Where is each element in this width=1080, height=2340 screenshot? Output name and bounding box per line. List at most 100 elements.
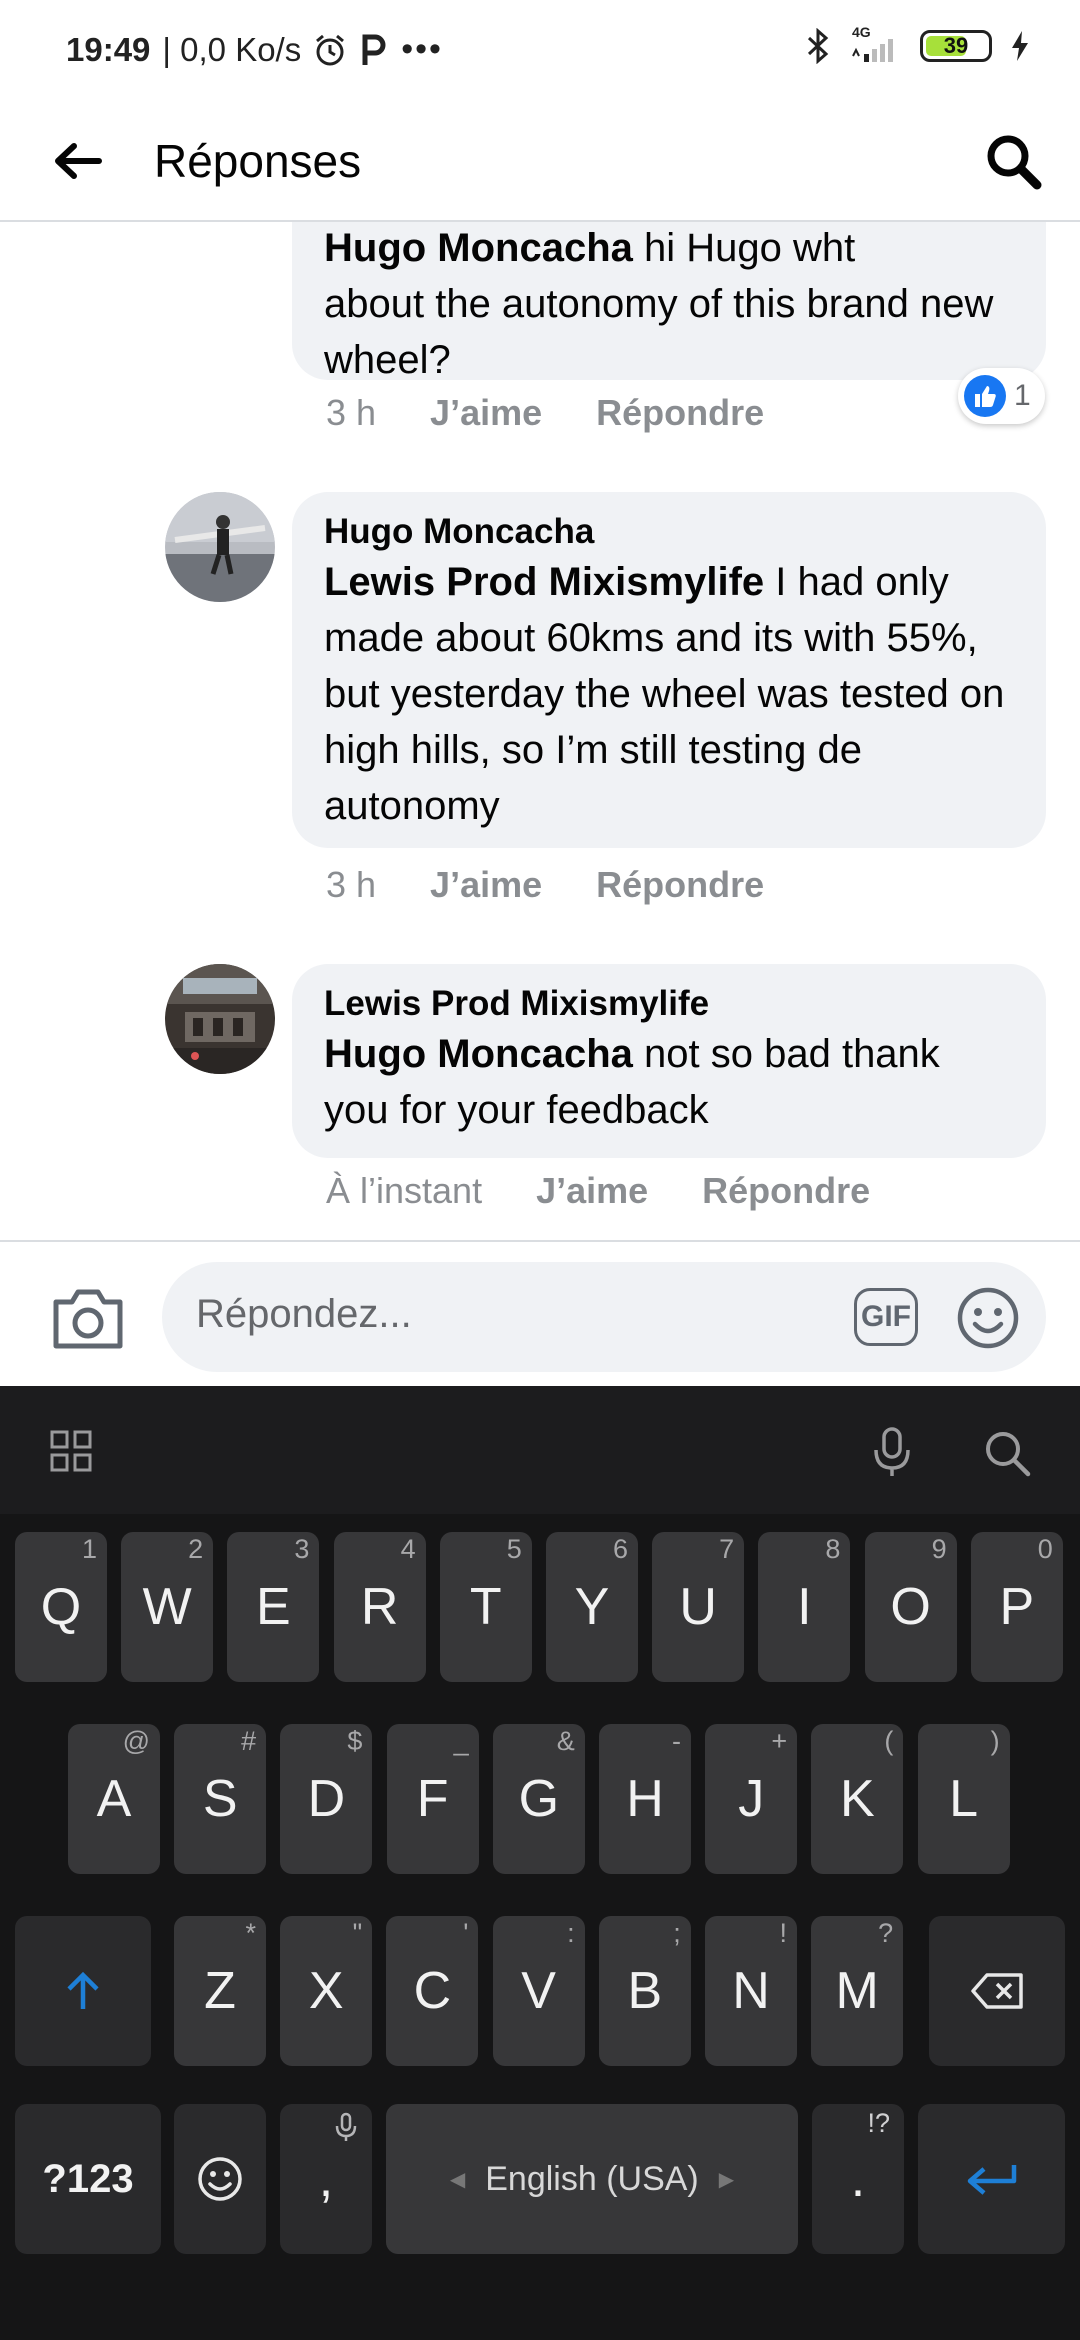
signal-icon: 4G xyxy=(850,24,902,64)
avatar[interactable] xyxy=(165,964,275,1074)
key-label: Z xyxy=(204,1962,236,2020)
key-p[interactable]: P0 xyxy=(970,1532,1063,1682)
key-t[interactable]: T5 xyxy=(439,1532,532,1682)
status-right: 4G 39 xyxy=(806,24,1030,64)
key-j[interactable]: J + xyxy=(705,1724,798,1874)
app-header: Réponses xyxy=(0,100,1080,222)
comment-time: 3 h xyxy=(326,864,377,905)
comment-actions: 3 h J’aime Répondre xyxy=(326,864,764,906)
language-label: English (USA) xyxy=(485,2159,699,2198)
page-title: Réponses xyxy=(154,135,362,187)
key-label: Q xyxy=(40,1578,82,1636)
key-q[interactable]: Q1 xyxy=(15,1532,107,1682)
key-n[interactable]: N! xyxy=(705,1916,797,2066)
status-speed: | 0,0 Ko/s xyxy=(162,30,302,68)
key-h[interactable]: H- xyxy=(599,1724,691,1874)
mic-icon[interactable] xyxy=(870,1426,914,1478)
key-b[interactable]: B; xyxy=(598,1916,691,2066)
like-link[interactable]: J’aime xyxy=(536,1170,648,1212)
key-hint: 9 xyxy=(931,1534,947,1564)
key-label: C xyxy=(413,1962,452,2020)
comment-time: 3 h xyxy=(326,392,377,433)
key-hint: _ xyxy=(453,1726,469,1756)
key-k[interactable]: K( xyxy=(811,1724,904,1874)
like-link[interactable]: J’aime xyxy=(430,392,542,434)
key-label: J xyxy=(738,1770,765,1828)
more-notifications-icon: ••• xyxy=(401,30,443,68)
key-label: L xyxy=(949,1770,979,1828)
key-hint: ? xyxy=(878,1918,894,1948)
period-label: . xyxy=(850,2150,866,2208)
chevron-right-icon: ▶ xyxy=(718,2168,735,2191)
key-a[interactable]: A @ xyxy=(68,1724,160,1874)
key-label: V xyxy=(521,1962,556,2020)
emoji-button[interactable] xyxy=(956,1286,1020,1350)
key-hint: ) xyxy=(990,1726,1000,1756)
key-label: T xyxy=(469,1578,502,1636)
camera-button[interactable] xyxy=(50,1284,126,1352)
comma-key[interactable]: , xyxy=(280,2104,372,2254)
key-label: X xyxy=(308,1962,344,2020)
key-l[interactable]: L) xyxy=(917,1724,1010,1874)
key-z[interactable]: Z * xyxy=(174,1916,266,2066)
reply-link[interactable]: Répondre xyxy=(702,1170,870,1212)
emoji-key[interactable] xyxy=(174,2104,266,2254)
search-button[interactable] xyxy=(976,124,1050,198)
search-icon[interactable] xyxy=(982,1428,1032,1478)
key-r[interactable]: R4 xyxy=(333,1532,426,1682)
key-hint: 8 xyxy=(825,1534,841,1564)
key-hint: # xyxy=(241,1726,257,1756)
key-label: N xyxy=(732,1962,770,2020)
comment-mention[interactable]: Hugo Moncacha xyxy=(324,1032,633,1076)
shift-key[interactable] xyxy=(15,1916,151,2066)
thumbs-up-icon xyxy=(964,375,1006,417)
reply-link[interactable]: Répondre xyxy=(596,864,764,906)
key-hint: * xyxy=(245,1918,256,1948)
key-x[interactable]: X " xyxy=(280,1916,373,2066)
bluetooth-icon xyxy=(807,28,829,64)
symbols-key[interactable]: ?123 xyxy=(15,2104,161,2254)
key-label: G xyxy=(518,1770,560,1828)
key-u[interactable]: U7 xyxy=(652,1532,745,1682)
enter-key[interactable] xyxy=(918,2104,1065,2254)
battery-level: 39 xyxy=(943,33,969,58)
comment-author[interactable]: Hugo Moncacha xyxy=(324,510,1014,554)
key-i[interactable]: I8 xyxy=(758,1532,851,1682)
like-link[interactable]: J’aime xyxy=(430,864,542,906)
key-g[interactable]: G & xyxy=(492,1724,585,1874)
comment-author[interactable]: Hugo Moncacha xyxy=(324,226,633,270)
key-e[interactable]: E3 xyxy=(227,1532,320,1682)
key-y[interactable]: Y6 xyxy=(546,1532,638,1682)
grid-icon[interactable] xyxy=(50,1430,92,1472)
comment-bubble[interactable]: Hugo Moncacha hi Hugo wht about the auto… xyxy=(292,222,1046,382)
key-c[interactable]: C ' xyxy=(386,1916,479,2066)
reply-link[interactable]: Répondre xyxy=(596,392,764,434)
key-f[interactable]: F _ xyxy=(386,1724,479,1874)
key-hint: : xyxy=(567,1918,575,1948)
key-d[interactable]: D $ xyxy=(280,1724,373,1874)
key-w[interactable]: W2 xyxy=(121,1532,214,1682)
avatar[interactable] xyxy=(165,492,275,602)
comment-author[interactable]: Lewis Prod Mixismylife xyxy=(324,982,1014,1026)
comment-mention[interactable]: Lewis Prod Mixismylife xyxy=(324,560,764,604)
backspace-key[interactable] xyxy=(929,1916,1065,2066)
gif-button[interactable]: GIF xyxy=(854,1288,918,1346)
comment-bubble[interactable]: Lewis Prod Mixismylife Hugo Moncacha not… xyxy=(292,964,1046,1158)
key-hint: & xyxy=(556,1726,575,1756)
key-m[interactable]: M? xyxy=(811,1916,904,2066)
reply-input[interactable]: Répondez... GIF xyxy=(162,1262,1046,1372)
back-button[interactable] xyxy=(44,128,110,194)
key-label: A xyxy=(96,1770,132,1828)
comment-bubble[interactable]: Hugo Moncacha Lewis Prod Mixismylife I h… xyxy=(292,492,1046,848)
key-label: W xyxy=(142,1578,192,1636)
key-o[interactable]: O9 xyxy=(864,1532,957,1682)
comment-text: Hugo Moncacha not so bad thank you for y… xyxy=(324,1026,1014,1138)
comments-list[interactable]: Hugo Moncacha hi Hugo wht about the auto… xyxy=(0,222,1080,1242)
key-s[interactable]: S # xyxy=(174,1724,267,1874)
key-v[interactable]: V: xyxy=(492,1916,585,2066)
emoji-icon xyxy=(957,1287,1019,1349)
period-key[interactable]: . !? xyxy=(812,2104,904,2254)
key-label: S xyxy=(202,1770,238,1828)
space-bar[interactable]: ◀ English (USA) ▶ xyxy=(386,2104,798,2254)
reaction-badge[interactable]: 1 xyxy=(958,368,1045,424)
